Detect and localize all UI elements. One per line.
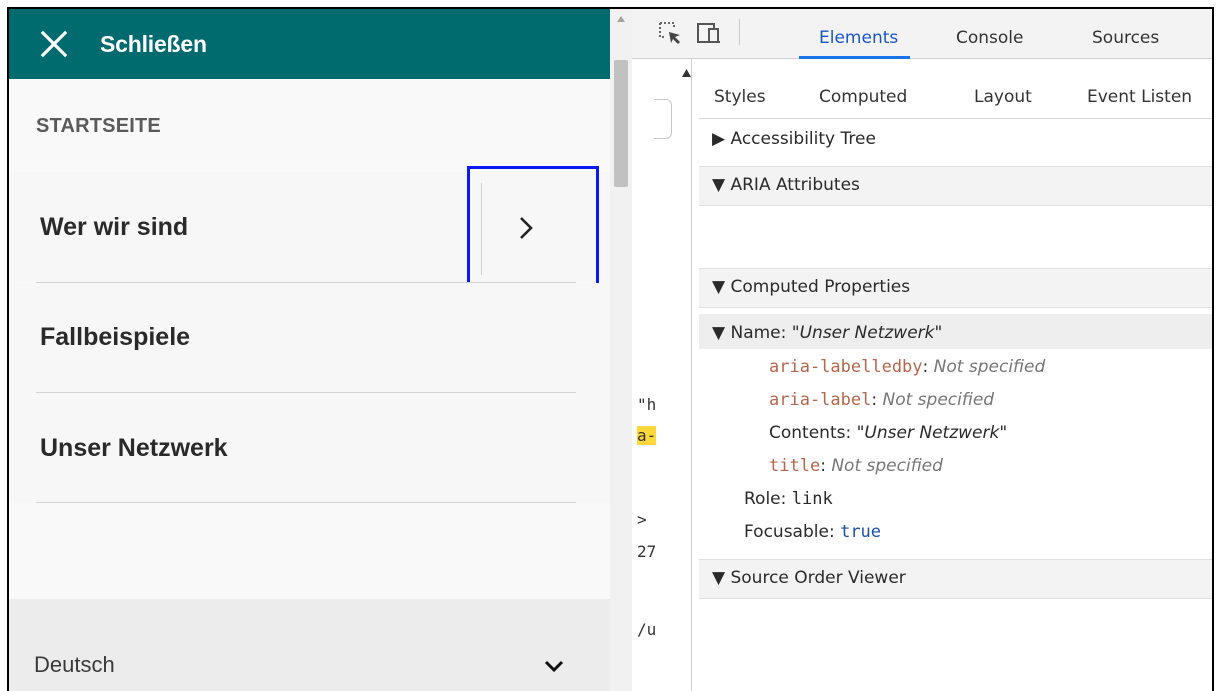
tab-sources[interactable]: Sources xyxy=(1092,28,1159,48)
focusable-row: Focusable: true xyxy=(744,522,881,542)
property-key: aria-label xyxy=(769,390,872,410)
scrollbar-thumb[interactable] xyxy=(614,60,628,187)
property-value: link xyxy=(791,489,833,509)
property-value: "Unser Netzwerk" xyxy=(856,423,1008,443)
menu-divider xyxy=(36,502,576,503)
property-value: true xyxy=(840,522,882,542)
close-icon xyxy=(40,30,68,58)
dom-fragment-highlighted[interactable]: a- xyxy=(637,426,657,445)
property-value: Not specified xyxy=(831,456,943,476)
dom-fragment[interactable]: /u xyxy=(637,620,656,639)
startseite-link[interactable]: STARTSEITE xyxy=(36,115,161,138)
menu-item-label[interactable]: Wer wir sind xyxy=(40,213,188,242)
aria-attributes-header[interactable]: ▼ ARIA Attributes xyxy=(712,175,860,195)
section-title: Computed Properties xyxy=(730,277,911,297)
property-value: "Unser Netzwerk" xyxy=(791,323,943,343)
tab-elements[interactable]: Elements xyxy=(819,28,898,48)
tab-computed[interactable]: Computed xyxy=(819,87,907,107)
close-menu-button[interactable]: Schließen xyxy=(9,9,610,79)
menu-item-label[interactable]: Fallbeispiele xyxy=(40,323,190,352)
property-key: title xyxy=(769,456,821,476)
title-row: title: Not specified xyxy=(769,456,943,476)
inspect-element-icon[interactable] xyxy=(658,21,682,45)
focus-outline xyxy=(467,166,599,286)
property-key: Contents: xyxy=(769,423,857,443)
section-title: ARIA Attributes xyxy=(730,175,860,195)
language-label[interactable]: Deutsch xyxy=(34,652,115,678)
tab-layout[interactable]: Layout xyxy=(974,87,1032,107)
property-key: aria-labelledby xyxy=(769,357,923,377)
dom-fragment[interactable]: > xyxy=(637,510,647,529)
property-value: Not specified xyxy=(933,357,1046,377)
accessibility-tree-header[interactable]: ▶ Accessibility Tree xyxy=(712,129,876,149)
dom-fragment[interactable]: "h xyxy=(637,395,656,414)
elements-pane xyxy=(632,9,692,691)
section-title: Accessibility Tree xyxy=(730,129,876,149)
role-row: Role: link xyxy=(744,489,833,509)
aria-label-row: aria-label: Not specified xyxy=(769,390,995,410)
active-tab-indicator xyxy=(799,56,910,59)
filter-field[interactable] xyxy=(654,99,672,139)
device-toolbar-icon[interactable] xyxy=(696,21,722,45)
tab-styles[interactable]: Styles xyxy=(714,87,766,107)
tab-console[interactable]: Console xyxy=(956,28,1024,48)
toolbar-separator xyxy=(739,19,740,45)
section-title: Source Order Viewer xyxy=(730,568,906,588)
property-value: Not specified xyxy=(882,390,995,410)
aria-labelledby-row: aria-labelledby: Not specified xyxy=(769,357,1046,377)
property-key: Role: xyxy=(744,489,792,509)
close-label: Schließen xyxy=(100,31,207,57)
computed-properties-header[interactable]: ▼ Computed Properties xyxy=(712,277,910,297)
contents-row: Contents: "Unser Netzwerk" xyxy=(769,423,1007,443)
chevron-down-icon[interactable] xyxy=(541,655,567,677)
dom-fragment[interactable]: 27 xyxy=(637,542,656,561)
property-key: Name: xyxy=(730,323,792,343)
screenshot-frame: Schließen STARTSEITE Wer wir sind Fallbe… xyxy=(7,7,1214,691)
menu-item-label[interactable]: Unser Netzwerk xyxy=(40,434,228,463)
property-key: Focusable: xyxy=(744,522,841,542)
scroll-up-arrow-icon[interactable] xyxy=(616,14,626,24)
tab-event-listeners[interactable]: Event Listen xyxy=(1087,87,1192,107)
mobile-menu: Schließen STARTSEITE Wer wir sind Fallbe… xyxy=(9,9,610,691)
scroll-up-arrow-icon[interactable] xyxy=(682,69,691,77)
source-order-viewer-header[interactable]: ▼ Source Order Viewer xyxy=(712,568,906,588)
name-property[interactable]: ▼ Name: "Unser Netzwerk" xyxy=(712,323,942,343)
